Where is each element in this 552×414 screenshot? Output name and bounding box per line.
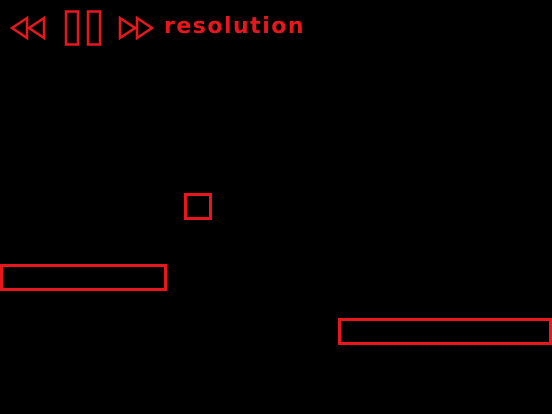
pause-icon: [64, 10, 102, 46]
rewind-icon: [10, 16, 46, 40]
rewind-button[interactable]: [10, 16, 46, 40]
fast-forward-button[interactable]: [118, 16, 156, 40]
fast-forward-icon: [118, 16, 155, 40]
player-square: [184, 193, 212, 220]
music-button[interactable]: Music: [470, 11, 542, 45]
menu-button[interactable]: Menu: [378, 11, 450, 45]
platform-left: [0, 264, 167, 291]
pause-button[interactable]: [64, 10, 102, 46]
platform-right: [338, 318, 552, 345]
game-screen: resolution Menu Music: [0, 0, 552, 414]
game-title: resolution: [164, 14, 306, 39]
